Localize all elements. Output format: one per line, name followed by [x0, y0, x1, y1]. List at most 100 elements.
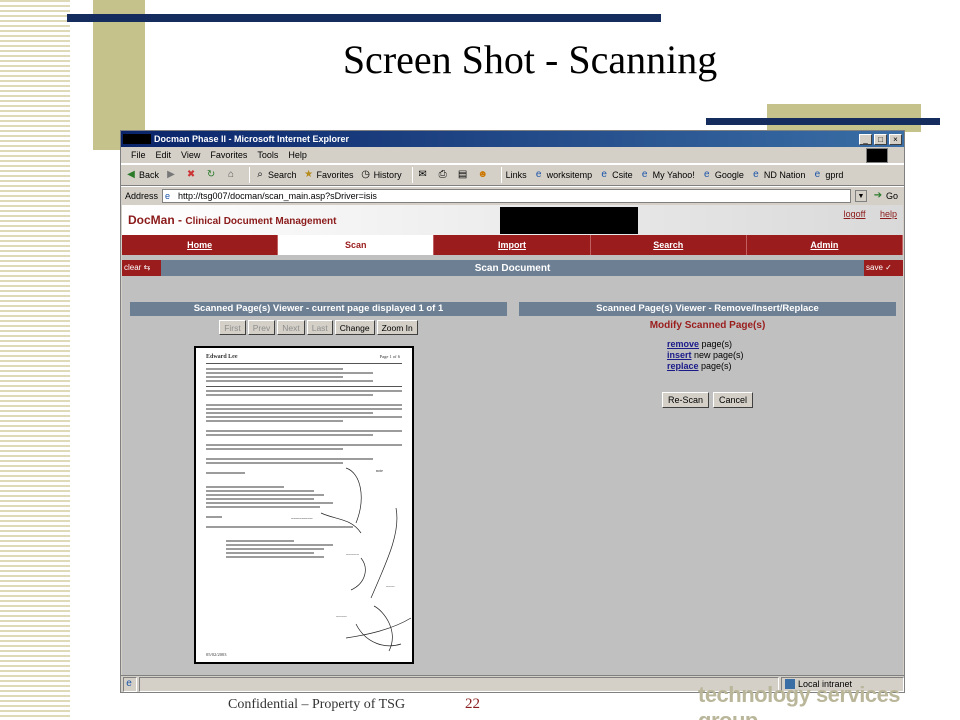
last-page-button[interactable]: Last — [306, 320, 333, 335]
modify-option-insert: insert new page(s) — [667, 350, 744, 360]
messenger-button[interactable]: ☻ — [477, 169, 491, 181]
history-icon: ◷ — [361, 169, 370, 180]
menu-help[interactable]: Help — [288, 150, 307, 160]
menu-edit[interactable]: Edit — [156, 150, 172, 160]
slide-title: Screen Shot - Scanning — [342, 37, 718, 82]
go-button[interactable]: ➔ Go — [872, 190, 898, 202]
logoff-link[interactable]: logoff — [844, 209, 866, 219]
navy-rule-right — [706, 118, 940, 125]
replace-link[interactable]: replace — [667, 361, 699, 371]
viewer-panel: Scanned Page(s) Viewer - current page di… — [130, 302, 507, 672]
address-input[interactable]: e http://tsg007/docman/scan_main.asp?sDr… — [162, 188, 851, 203]
print-icon: ⎙ — [438, 169, 447, 180]
page-navigation: First Prev Next Last Change Zoom In — [130, 320, 507, 335]
next-page-button[interactable]: Next — [277, 320, 305, 335]
ie-page-icon: e — [601, 169, 607, 180]
mail-button[interactable]: ✉ — [417, 169, 431, 181]
modify-options: remove page(s) insert new page(s) replac… — [667, 339, 896, 372]
viewer-panel-title: Scanned Page(s) Viewer - current page di… — [130, 302, 507, 316]
tab-admin[interactable]: Admin — [747, 235, 903, 255]
refresh-button[interactable]: ↻ — [205, 169, 219, 181]
ie-page-icon: e — [704, 169, 710, 180]
app-subtitle: Clinical Document Management — [185, 216, 337, 227]
forward-arrow-icon: ▶ — [167, 169, 175, 180]
go-arrow-icon: ➔ — [873, 189, 883, 201]
clear-button[interactable]: clear ⇆ — [122, 260, 161, 276]
back-arrow-icon: ◀ — [127, 169, 135, 180]
modify-panel-title: Scanned Page(s) Viewer - Remove/Insert/R… — [519, 302, 896, 316]
modify-option-remove: remove page(s) — [667, 339, 733, 349]
slide-footer: Confidential – Property of TSG — [228, 697, 406, 712]
menu-file[interactable]: File — [131, 150, 146, 160]
links-label: Links — [505, 170, 527, 180]
page-content: DocMan - Clinical Document Management lo… — [122, 205, 903, 675]
browser-toolbar: ◀ Back ▶ ✖ ↻ ⌂ ⌕ Search ★ Favorites ◷ Hi… — [121, 164, 904, 186]
prev-page-button[interactable]: Prev — [247, 320, 276, 335]
search-button[interactable]: ⌕ Search — [254, 169, 296, 181]
favorites-button[interactable]: ★ Favorites — [303, 169, 354, 181]
stop-button[interactable]: ✖ — [185, 169, 199, 181]
modify-panel: Scanned Page(s) Viewer - Remove/Insert/R… — [519, 302, 896, 672]
menu-favorites[interactable]: Favorites — [210, 150, 247, 160]
link-google[interactable]: e Google — [701, 169, 744, 181]
tab-search[interactable]: Search — [591, 235, 747, 255]
save-button[interactable]: save ✓ — [864, 260, 903, 276]
close-button[interactable]: × — [889, 133, 902, 145]
toolbar-separator — [411, 167, 413, 183]
minimize-button[interactable]: _ — [859, 133, 872, 145]
link-csite[interactable]: e Csite — [598, 169, 632, 181]
address-value: http://tsg007/docman/scan_main.asp?sDriv… — [178, 190, 377, 201]
svg-text:~~~~~~~~: ~~~~~~~~ — [291, 517, 313, 522]
checkmark-icon: ✓ — [885, 263, 892, 272]
cancel-button[interactable]: Cancel — [713, 392, 754, 408]
messenger-icon: ☻ — [477, 169, 488, 180]
ie-page-icon: e — [814, 169, 821, 180]
history-button[interactable]: ◷ History — [360, 169, 401, 181]
section-title: Scan Document — [474, 262, 551, 274]
favorites-icon: ★ — [304, 169, 314, 180]
remove-link[interactable]: remove — [667, 339, 699, 349]
first-page-button[interactable]: First — [219, 320, 246, 335]
address-dropdown-button[interactable]: ▼ — [854, 189, 867, 202]
zoom-in-button[interactable]: Zoom In — [376, 320, 418, 335]
menu-view[interactable]: View — [181, 150, 200, 160]
slide-page-number: 22 — [465, 696, 480, 712]
link-gprd[interactable]: e gprd — [811, 169, 844, 181]
window-titlebar: Docman Phase II - Microsoft Internet Exp… — [121, 131, 904, 147]
app-header: DocMan - Clinical Document Management lo… — [122, 205, 903, 235]
tab-import[interactable]: Import — [434, 235, 591, 255]
home-button[interactable]: ⌂ — [225, 169, 239, 181]
menu-bar: File Edit View Favorites Tools Help — [121, 147, 904, 164]
forward-button[interactable]: ▶ — [165, 169, 179, 181]
main-nav: Home Scan Import Search Admin — [122, 235, 903, 255]
menu-tools[interactable]: Tools — [257, 150, 278, 160]
link-nd-nation[interactable]: e ND Nation — [750, 169, 805, 181]
tab-scan[interactable]: Scan — [278, 235, 435, 255]
navy-rule-top — [67, 14, 661, 22]
stop-icon: ✖ — [186, 169, 196, 180]
edit-button[interactable]: ▤ — [457, 169, 471, 181]
back-button[interactable]: ◀ Back — [125, 169, 159, 181]
svg-text:~~~~: ~~~~ — [386, 584, 395, 589]
rescan-button[interactable]: Re-Scan — [661, 392, 709, 408]
modify-heading: Modify Scanned Page(s) — [649, 320, 766, 331]
svg-text:~~~~~: ~~~~~ — [336, 614, 348, 619]
refresh-icon: ↻ — [206, 169, 216, 180]
tab-home[interactable]: Home — [122, 235, 279, 255]
redaction-box — [123, 134, 151, 144]
svg-text:note: note — [376, 468, 383, 473]
help-link[interactable]: help — [880, 209, 897, 219]
clear-icon: ⇆ — [143, 263, 151, 272]
link-my-yahoo[interactable]: e My Yahoo! — [639, 169, 695, 181]
edit-icon: ▤ — [457, 169, 468, 180]
toolbar-separator — [500, 167, 502, 183]
link-worksitemp[interactable]: e worksitemp — [533, 169, 592, 181]
section-bar: clear ⇆ Scan Document save ✓ — [122, 260, 903, 276]
window-title: Docman Phase II - Microsoft Internet Exp… — [154, 134, 350, 144]
print-button[interactable]: ⎙ — [437, 169, 451, 181]
ie-page-icon: e — [753, 169, 759, 180]
maximize-button[interactable]: □ — [874, 133, 887, 145]
insert-link[interactable]: insert — [667, 350, 692, 360]
search-icon: ⌕ — [257, 169, 263, 180]
change-button[interactable]: Change — [334, 320, 375, 335]
